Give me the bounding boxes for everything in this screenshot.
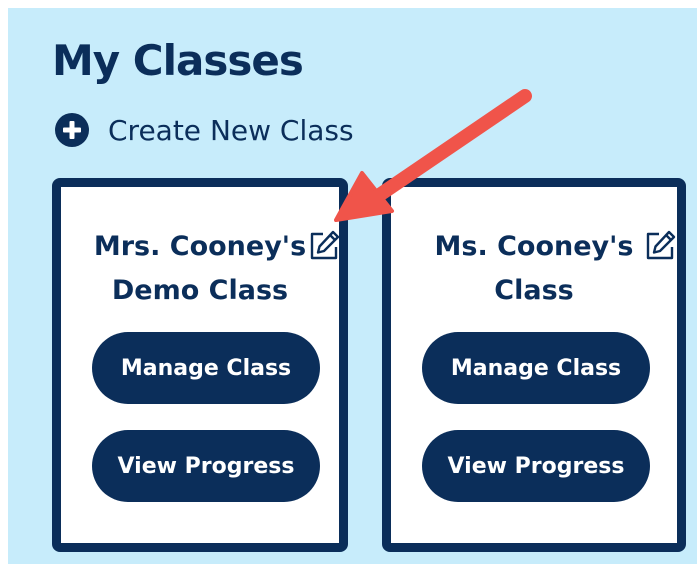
plus-circle-icon xyxy=(55,113,89,147)
class-name-line: Ms. Cooney's xyxy=(434,231,634,262)
create-new-class-label: Create New Class xyxy=(108,113,354,147)
manage-class-button[interactable]: Manage Class xyxy=(92,332,320,404)
class-card-demo: Mrs. Cooney's Demo Class Manage Class Vi… xyxy=(52,178,348,552)
pencil-square-icon[interactable] xyxy=(643,229,677,263)
page-title: My Classes xyxy=(52,36,304,85)
manage-class-button[interactable]: Manage Class xyxy=(422,332,650,404)
class-name-line: Mrs. Cooney's xyxy=(93,231,307,262)
class-name-line: Demo Class xyxy=(111,275,289,306)
create-new-class-button[interactable]: Create New Class xyxy=(54,112,354,148)
view-progress-button[interactable]: View Progress xyxy=(422,430,650,502)
class-name-line: Class xyxy=(494,275,574,306)
class-card-ms-cooney: Ms. Cooney's Class Manage Class View Pro… xyxy=(382,178,686,552)
class-card-title: Mrs. Cooney's Demo Class xyxy=(61,225,339,313)
view-progress-button[interactable]: View Progress xyxy=(92,430,320,502)
pencil-square-icon[interactable] xyxy=(307,229,341,263)
class-card-title: Ms. Cooney's Class xyxy=(391,225,677,313)
